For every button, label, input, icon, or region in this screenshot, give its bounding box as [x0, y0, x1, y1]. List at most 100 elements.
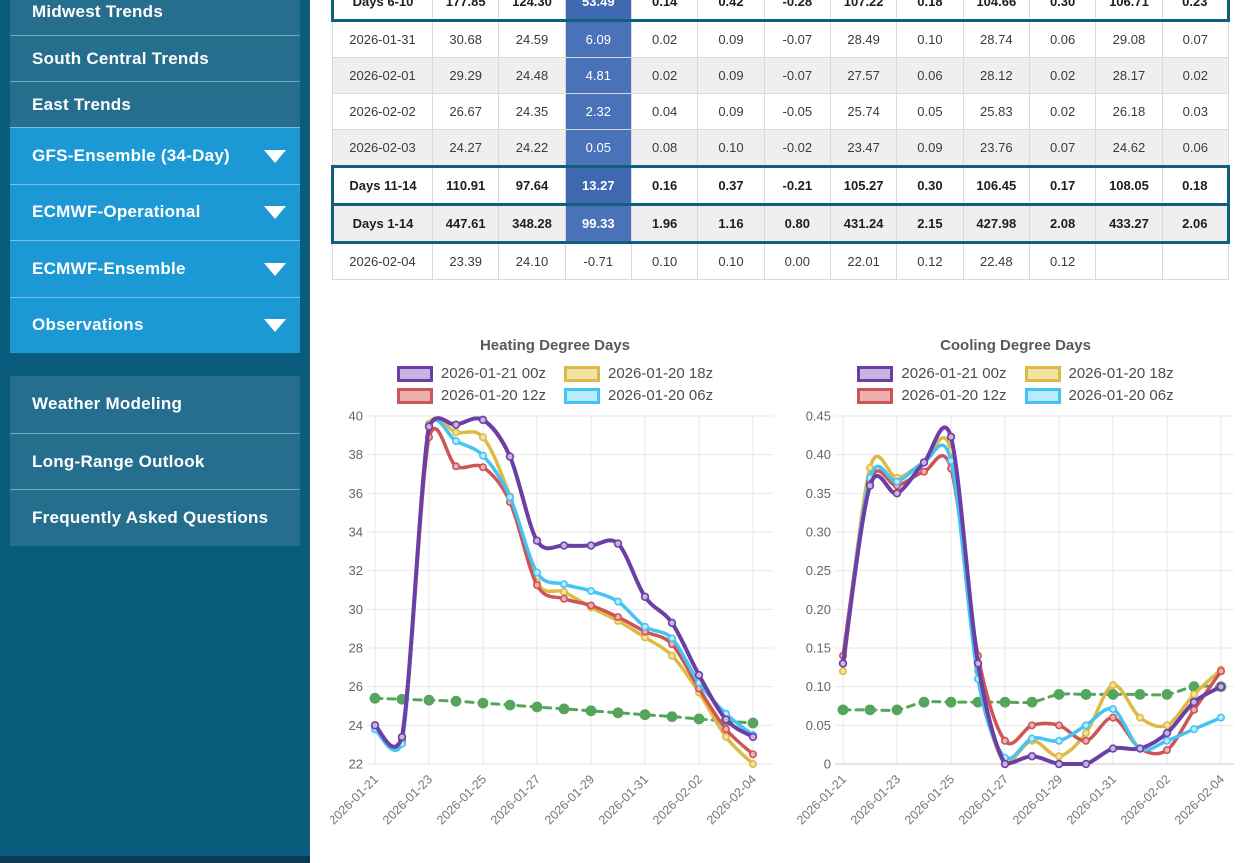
value-cell: 25.83: [963, 94, 1029, 130]
x-axis-tick-label: 2026-01-31: [596, 772, 651, 827]
value-cell: 0.06: [1029, 21, 1095, 58]
value-cell: 348.28: [499, 205, 565, 243]
value-cell: 1.96: [631, 205, 697, 243]
chart-title: Heating Degree Days: [330, 337, 780, 354]
value-cell: 0.10: [897, 21, 963, 58]
sidebar-item-label: East Trends: [32, 95, 131, 115]
sidebar-item-gfs-ensemble-34-day[interactable]: GFS-Ensemble (34-Day): [10, 127, 300, 184]
chevron-down-icon[interactable]: [264, 150, 286, 163]
x-axis-tick-label: 2026-01-31: [1064, 772, 1119, 827]
value-cell: 22.01: [830, 243, 896, 280]
sidebar-item-midwest-trends[interactable]: Midwest Trends: [10, 0, 300, 35]
chart-plot-area[interactable]: 403836343230282624222026-01-212026-01-23…: [330, 408, 780, 863]
value-cell: 24.27: [433, 130, 499, 167]
sidebar-nav-secondary: Weather ModelingLong-Range Outlook Freque…: [10, 376, 300, 546]
value-cell: [1162, 243, 1228, 280]
value-cell: 23.47: [830, 130, 896, 167]
value-cell: 0.14: [631, 0, 697, 21]
value-cell: 24.48: [499, 58, 565, 94]
value-cell: 0.42: [698, 0, 764, 21]
value-cell: 29.29: [433, 58, 499, 94]
y-axis-tick-label: 22: [349, 757, 363, 772]
value-cell: 0.18: [1162, 167, 1228, 205]
legend-item-2026-01-20-12z[interactable]: 2026-01-20 12z: [397, 387, 546, 404]
value-cell: 26.18: [1096, 94, 1162, 130]
chevron-down-icon[interactable]: [264, 263, 286, 276]
row-label-cell: 2026-02-01: [333, 58, 433, 94]
value-cell: 0.06: [897, 58, 963, 94]
legend-item-2026-01-20-18z[interactable]: 2026-01-20 18z: [564, 365, 713, 382]
value-cell: -0.05: [764, 94, 830, 130]
value-cell: 0.02: [631, 21, 697, 58]
value-cell: 0.10: [631, 243, 697, 280]
value-cell: 0.09: [698, 21, 764, 58]
value-cell: 0.10: [698, 243, 764, 280]
value-cell: 24.10: [499, 243, 565, 280]
table-row: Days 6-10177.85124.3053.490.140.42-0.281…: [333, 0, 1229, 21]
value-cell: 0.05: [565, 130, 631, 167]
sidebar-item-ecmwf-ensemble[interactable]: ECMWF-Ensemble: [10, 240, 300, 297]
y-axis-tick-label: 0.40: [806, 447, 831, 462]
sidebar-item-label: ECMWF-Ensemble: [32, 259, 186, 279]
value-cell: 28.49: [830, 21, 896, 58]
value-cell: 0.10: [698, 130, 764, 167]
row-label-cell: 2026-02-02: [333, 94, 433, 130]
y-axis-tick-label: 0.05: [806, 718, 831, 733]
value-cell: -0.02: [764, 130, 830, 167]
legend-item-2026-01-20-18z[interactable]: 2026-01-20 18z: [1025, 365, 1174, 382]
x-axis-tick-label: 2026-02-04: [1172, 772, 1227, 827]
value-cell: 177.85: [433, 0, 499, 21]
value-cell: 124.30: [499, 0, 565, 21]
value-cell: 0.09: [698, 58, 764, 94]
x-axis-tick-label: 2026-02-04: [704, 772, 759, 827]
legend-item-2026-01-21-00z[interactable]: 2026-01-21 00z: [397, 365, 546, 382]
y-axis-tick-label: 0.35: [806, 486, 831, 501]
row-label-cell: Days 11-14: [333, 167, 433, 205]
sidebar-item-observations[interactable]: Observations: [10, 297, 300, 354]
value-cell: 427.98: [963, 205, 1029, 243]
value-cell: 27.57: [830, 58, 896, 94]
legend-swatch-icon: [1025, 388, 1061, 404]
forecast-table-wrapper: Days 6-10177.85124.3053.490.140.42-0.281…: [331, 0, 1230, 280]
legend-item-2026-01-20-06z[interactable]: 2026-01-20 06z: [1025, 387, 1174, 404]
value-cell: 24.59: [499, 21, 565, 58]
value-cell: 53.49: [565, 0, 631, 21]
value-cell: 0.02: [1029, 94, 1095, 130]
value-cell: 108.05: [1096, 167, 1162, 205]
legend-item-2026-01-20-06z[interactable]: 2026-01-20 06z: [564, 387, 713, 404]
value-cell: 0.00: [764, 243, 830, 280]
chart-heating-degree-days: Heating Degree Days 2026-01-21 00z 2026-01…: [330, 332, 780, 863]
legend-item-2026-01-20-12z[interactable]: 2026-01-20 12z: [857, 387, 1006, 404]
chart-cooling-degree-days: Cooling Degree Days2026-01-21 00z2026-01…: [790, 332, 1241, 863]
legend-swatch-icon: [857, 366, 893, 382]
value-cell: 110.91: [433, 167, 499, 205]
legend-item-2026-01-21-00z[interactable]: 2026-01-21 00z: [857, 365, 1006, 382]
sidebar-item-south-central-trends[interactable]: South Central Trends: [10, 35, 300, 81]
value-cell: 0.07: [1029, 130, 1095, 167]
sidebar-item-ecmwf-operational[interactable]: ECMWF-Operational: [10, 184, 300, 241]
y-axis-tick-label: 0.20: [806, 602, 831, 617]
value-cell: 0.30: [1029, 0, 1095, 21]
value-cell: 28.74: [963, 21, 1029, 58]
chart-plot-area[interactable]: 0.450.400.350.300.250.200.150.100.050202…: [790, 408, 1241, 863]
sidebar-item-weather-modeling[interactable]: Weather Modeling: [10, 376, 300, 433]
sidebar-item-label: Frequently Asked Questions: [32, 508, 268, 528]
value-cell: 0.18: [897, 0, 963, 21]
value-cell: 6.09: [565, 21, 631, 58]
y-axis-tick-label: 0.45: [806, 409, 831, 424]
sidebar-item-label: Midwest Trends: [32, 2, 163, 22]
value-cell: 0.02: [631, 58, 697, 94]
legend-label: 2026-01-21 00z: [901, 365, 1006, 382]
chevron-down-icon[interactable]: [264, 319, 286, 332]
sidebar-item-label: GFS-Ensemble (34-Day): [32, 146, 230, 166]
value-cell: 99.33: [565, 205, 631, 243]
sidebar-item-east-trends[interactable]: East Trends: [10, 81, 300, 127]
chevron-down-icon[interactable]: [264, 206, 286, 219]
value-cell: 24.62: [1096, 130, 1162, 167]
value-cell: 0.30: [897, 167, 963, 205]
value-cell: 2.08: [1029, 205, 1095, 243]
sidebar-item-frequently-asked-questions[interactable]: Frequently Asked Questions: [10, 489, 300, 546]
value-cell: 0.09: [897, 130, 963, 167]
value-cell: 0.06: [1162, 130, 1228, 167]
sidebar-item-long-range-outlook[interactable]: Long-Range Outlook: [10, 433, 300, 490]
